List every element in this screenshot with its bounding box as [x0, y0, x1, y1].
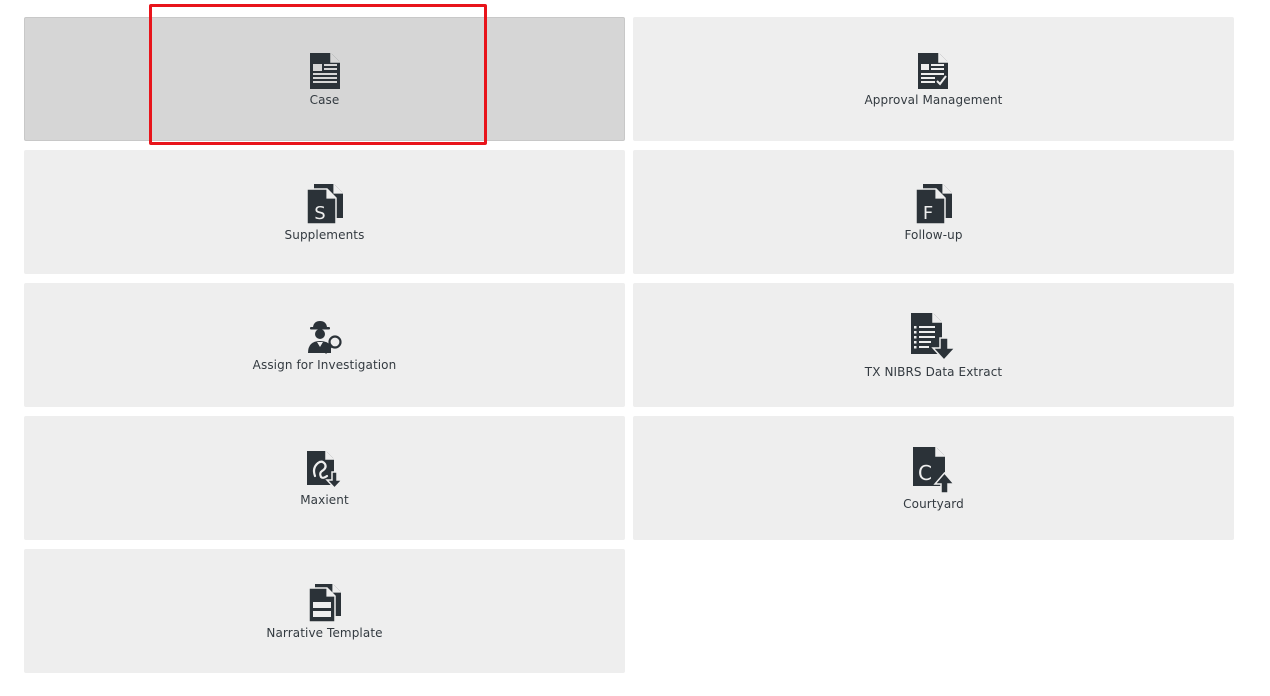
courtyard-tile[interactable]: C Courtyard	[633, 416, 1234, 540]
svg-text:S: S	[314, 203, 325, 224]
svg-text:F: F	[922, 203, 932, 224]
document-template-icon	[307, 583, 341, 623]
case-label: Case	[309, 92, 340, 107]
document-f-icon: F	[914, 183, 952, 225]
tx-nibrs-data-extract-label: TX NIBRS Data Extract	[864, 364, 1003, 379]
assign-for-investigation-label: Assign for Investigation	[252, 357, 397, 372]
svg-text:C: C	[918, 461, 932, 485]
document-lines-icon	[309, 52, 340, 89]
supplements-label: Supplements	[284, 227, 365, 242]
document-list-download-icon	[910, 312, 957, 361]
courtyard-label: Courtyard	[903, 496, 964, 511]
approval-management-tile[interactable]: Approval Management	[633, 17, 1234, 141]
follow-up-label: Follow-up	[904, 227, 963, 242]
module-tile-grid: Case Approval Management S Supplements F…	[24, 17, 1234, 673]
narrative-template-label: Narrative Template	[266, 625, 383, 640]
approval-management-label: Approval Management	[864, 92, 1003, 107]
assign-for-investigation-tile[interactable]: Assign for Investigation	[24, 283, 625, 407]
tx-nibrs-data-extract-tile[interactable]: TX NIBRS Data Extract	[633, 283, 1234, 407]
detective-magnifier-icon	[307, 320, 342, 353]
maxient-tile[interactable]: Maxient	[24, 416, 625, 540]
document-check-icon	[917, 52, 948, 89]
maxient-label: Maxient	[300, 492, 349, 507]
document-m-download-icon	[306, 450, 344, 489]
document-s-icon: S	[305, 183, 343, 225]
follow-up-tile[interactable]: F Follow-up	[633, 150, 1234, 274]
document-c-upload-icon: C	[912, 446, 956, 494]
narrative-template-tile[interactable]: Narrative Template	[24, 549, 625, 673]
case-tile[interactable]: Case	[24, 17, 625, 141]
supplements-tile[interactable]: S Supplements	[24, 150, 625, 274]
